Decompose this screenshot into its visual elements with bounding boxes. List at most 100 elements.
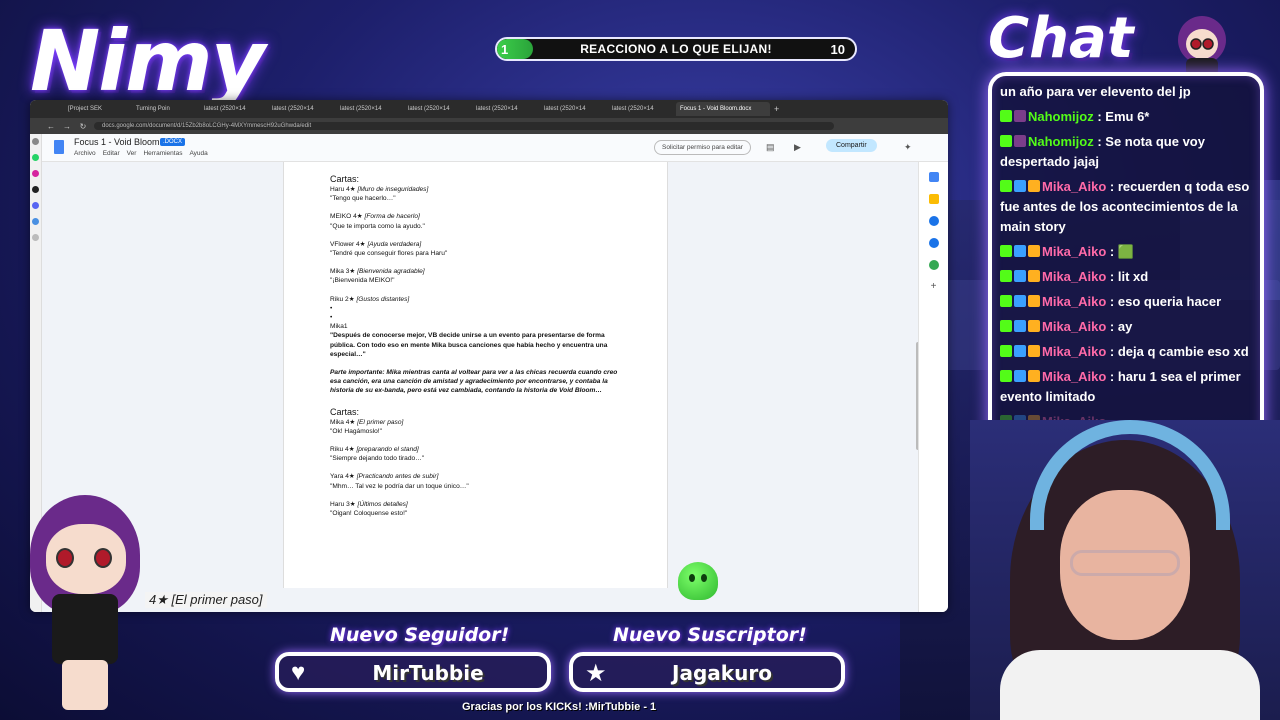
card-line: Riku 4★ [preparando el stand]	[330, 446, 419, 454]
instagram-icon[interactable]	[32, 170, 39, 177]
menu-ayuda[interactable]: Ayuda	[189, 150, 207, 157]
avatar-badge-icon	[1014, 135, 1026, 147]
crown-badge-icon	[1028, 180, 1040, 192]
card-line: Mika 3★ [Bienvenida agradable]	[330, 268, 425, 276]
chat-text: : deja q cambie eso xd	[1106, 344, 1249, 359]
kick-badge-icon	[1000, 320, 1012, 332]
document-page[interactable]: Cartas: Haru 4★ [Muro de inseguridades] …	[283, 162, 668, 588]
crown-badge-icon	[1028, 295, 1040, 307]
browser-tab[interactable]: latest (2520×14	[608, 102, 674, 116]
menu-herramientas[interactable]: Herramientas	[143, 150, 182, 157]
subscriber-alert-title: Nuevo Suscriptor!	[613, 624, 807, 646]
chat-username[interactable]: Nahomijoz	[1028, 109, 1094, 124]
card-line: Haru 4★ [Muro de inseguridades]	[330, 186, 429, 193]
keep-icon[interactable]	[928, 194, 939, 204]
comment-icon[interactable]: ▤	[766, 142, 775, 153]
subscriber-badge-icon	[1014, 180, 1026, 192]
browser-tab[interactable]: latest (2520×14	[200, 102, 266, 116]
back-icon[interactable]: ←	[46, 122, 56, 131]
chat-panel: un año para ver elevento del jp Nahomijoz…	[988, 72, 1264, 450]
document-title[interactable]: Focus 1 - Void Bloom	[74, 137, 160, 147]
chat-username[interactable]: Mika_Aiko	[1042, 179, 1106, 194]
browser-tab[interactable]: latest (2520×14	[336, 102, 402, 116]
maps-icon[interactable]	[928, 260, 939, 270]
browser-tab[interactable]: Turning Poin	[132, 102, 198, 116]
forward-icon[interactable]: →	[62, 122, 72, 131]
calendar-icon[interactable]	[928, 172, 939, 182]
tiktok-icon[interactable]	[32, 186, 39, 193]
card-quote: "¡Bienvenida MEIKO!"	[330, 277, 395, 285]
card-line: MEIKO 4★ [Forma de hacerlo]	[330, 213, 420, 221]
docs-logo-icon[interactable]	[54, 140, 64, 154]
chat-username[interactable]: Mika_Aiko	[1042, 269, 1106, 284]
card-quote: "Tendré que conseguir flores para Haru"	[330, 250, 448, 258]
chat-message: Nahomijoz : Emu 6*	[1000, 107, 1252, 127]
browser-tab[interactable]: Focus 1 - Void Bloom.docx	[676, 102, 770, 116]
chat-text: : eso queria hacer	[1106, 294, 1222, 309]
chibi-character	[20, 490, 150, 720]
bullet: •	[330, 304, 333, 312]
browser-window: [Project SEK Turning Poin latest (2520×14 l…	[30, 100, 948, 612]
chat-message: Mika_Aiko : deja q cambie eso xd	[1000, 342, 1252, 362]
chat-username[interactable]: Mika_Aiko	[1042, 319, 1106, 334]
whatsapp-icon[interactable]	[32, 154, 39, 161]
chat-username[interactable]: Nahomijoz	[1028, 134, 1094, 149]
discord-icon[interactable]	[32, 202, 39, 209]
crown-badge-icon	[1028, 320, 1040, 332]
new-tab-icon[interactable]: +	[774, 104, 779, 114]
crown-badge-icon	[1028, 270, 1040, 282]
reload-icon[interactable]: ↻	[78, 122, 88, 131]
caption-text: 4★ [El primer paso]	[145, 592, 267, 608]
chapter-label: Mika1	[330, 323, 348, 331]
url-field[interactable]: docs.google.com/document/d/15Zb2b8oLCGHy…	[94, 122, 834, 130]
card-quote: "Siempre dejando todo tirado…"	[330, 455, 425, 463]
subscriber-badge-icon	[1014, 370, 1026, 382]
crown-badge-icon	[1028, 245, 1040, 257]
browser-tab[interactable]: latest (2520×14	[472, 102, 538, 116]
chat-message: Mika_Aiko : ay	[1000, 317, 1252, 337]
gemini-icon[interactable]: ✦	[904, 142, 912, 153]
menu-archivo[interactable]: Archivo	[74, 150, 96, 157]
side-panel: +	[918, 162, 948, 612]
subscriber-badge-icon	[1014, 245, 1026, 257]
add-icon[interactable]: +	[929, 282, 939, 292]
subscriber-alert-box: ★ Jagakuro	[569, 652, 845, 692]
chat-text: : Emu 6*	[1093, 109, 1150, 124]
tasks-icon[interactable]	[928, 216, 939, 226]
browser-tab[interactable]: latest (2520×14	[404, 102, 470, 116]
subscriber-badge-icon	[1014, 270, 1026, 282]
subscriber-badge-icon	[1014, 295, 1026, 307]
section-heading: Cartas:	[330, 174, 360, 184]
chat-username[interactable]: Mika_Aiko	[1042, 244, 1106, 259]
kick-badge-icon	[1000, 245, 1012, 257]
follower-name: MirTubbie	[372, 661, 484, 685]
crown-badge-icon	[1028, 345, 1040, 357]
follower-alert-box: ♥ MirTubbie	[275, 652, 551, 692]
chat-username[interactable]: Mika_Aiko	[1042, 344, 1106, 359]
goal-label: REACCIONO A LO QUE ELIJAN!	[580, 42, 772, 56]
card-quote: "Ok! Hagámoslo!"	[330, 427, 382, 435]
sidebar-app-icon[interactable]	[32, 138, 39, 145]
card-quote: "Tengo que hacerlo…"	[330, 195, 396, 203]
browser-tab[interactable]: [Project SEK	[64, 102, 130, 116]
chat-message: Nahomijoz : Se nota que voy despertado j…	[1000, 132, 1252, 172]
streamer-name: Nimy	[30, 12, 265, 110]
card-quote: "Mhm… Tal vez le podría dar un toque úni…	[330, 482, 469, 490]
request-edit-button[interactable]: Solicitar permiso para editar	[654, 140, 751, 155]
tab-strip: [Project SEK Turning Poin latest (2520×14 l…	[30, 100, 948, 118]
meet-icon[interactable]: ▶	[794, 142, 801, 153]
menu-ver[interactable]: Ver	[127, 150, 137, 157]
share-button[interactable]: Compartir	[826, 139, 877, 152]
chat-username[interactable]: Mika_Aiko	[1042, 294, 1106, 309]
menu-editar[interactable]: Editar	[103, 150, 120, 157]
sidebar-app-icon[interactable]	[32, 218, 39, 225]
card-line: VFlower 4★ [Ayuda verdadera]	[330, 240, 422, 248]
browser-tab[interactable]: latest (2520×14	[540, 102, 606, 116]
more-icon[interactable]	[32, 234, 39, 241]
browser-tab[interactable]: latest (2520×14	[268, 102, 334, 116]
kick-badge-icon	[1000, 295, 1012, 307]
kick-badge-icon	[1000, 345, 1012, 357]
contacts-icon[interactable]	[928, 238, 939, 248]
document-canvas: Cartas: Haru 4★ [Muro de inseguridades] …	[42, 162, 920, 612]
chat-username[interactable]: Mika_Aiko	[1042, 369, 1106, 384]
